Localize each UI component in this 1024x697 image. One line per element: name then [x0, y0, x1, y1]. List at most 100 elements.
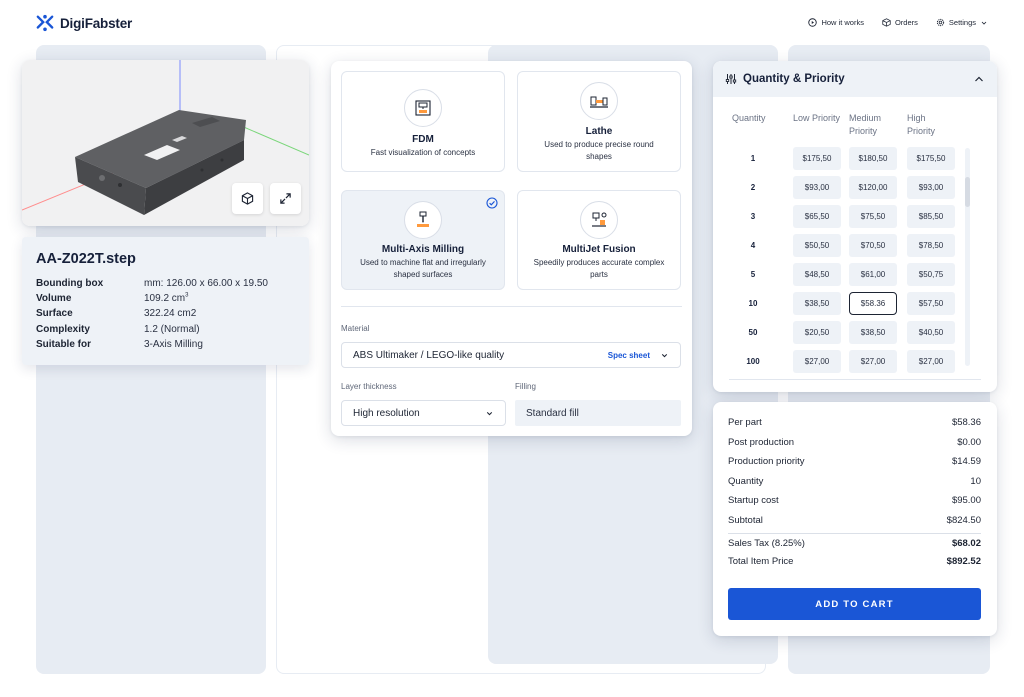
- price-cell-low[interactable]: $27,00: [793, 350, 841, 373]
- quantity-row: 100 $27,00 $27,00 $27,00: [713, 350, 973, 374]
- file-prop-row: Suitable for 3-Axis Milling: [36, 337, 295, 352]
- nav-settings[interactable]: Settings: [936, 18, 988, 27]
- file-prop-row: Surface 322.24 cm2: [36, 306, 295, 321]
- summary-value: $892.52: [946, 556, 981, 567]
- summary-row: Quantity 10: [728, 476, 981, 487]
- summary-value: $58.36: [951, 417, 981, 428]
- fullscreen-button[interactable]: [270, 183, 301, 214]
- lathe-icon: [580, 82, 618, 120]
- expand-icon: [280, 193, 291, 204]
- nav-how-it-works[interactable]: How it works: [808, 18, 864, 27]
- summary-label: Per part: [728, 417, 762, 428]
- price-cell-low[interactable]: $175,50: [793, 147, 841, 170]
- sales-tax-row: Sales Tax (8.25%) $68.02: [728, 538, 981, 549]
- sliders-icon: [725, 74, 737, 84]
- price-cell-medium[interactable]: $58.36: [849, 292, 897, 315]
- summary-label: Post production: [728, 437, 795, 448]
- technology-panel: FDM Fast visualization of concepts Lathe…: [331, 61, 692, 436]
- prop-value: mm: 126.00 x 66.00 x 19.50: [144, 278, 268, 290]
- quantity-value: 2: [750, 183, 756, 192]
- material-select[interactable]: ABS Ultimaker / LEGO-like quality Spec s…: [341, 342, 681, 368]
- top-nav: How it works Orders Settings: [808, 18, 988, 27]
- multijet-icon: [580, 201, 618, 239]
- tech-card-multi-axis-milling[interactable]: Multi-Axis Milling Used to machine flat …: [341, 190, 505, 290]
- view-cube-button[interactable]: [232, 183, 263, 214]
- nav-orders[interactable]: Orders: [882, 18, 918, 27]
- quantity-priority-header[interactable]: Quantity & Priority: [713, 61, 997, 97]
- summary-row: Production priority $14.59: [728, 456, 981, 467]
- price-cell-medium[interactable]: $120,00: [849, 176, 897, 199]
- price-cell-high[interactable]: $50,75: [907, 263, 955, 286]
- layer-thickness-select[interactable]: High resolution: [341, 400, 506, 426]
- quantity-value: 10: [748, 299, 758, 308]
- tech-card-fdm[interactable]: FDM Fast visualization of concepts: [341, 71, 505, 172]
- price-cell-high[interactable]: $57,50: [907, 292, 955, 315]
- price-cell-medium[interactable]: $38,50: [849, 321, 897, 344]
- price-cell-low[interactable]: $50,50: [793, 234, 841, 257]
- add-to-cart-button[interactable]: ADD TO CART: [728, 588, 981, 620]
- tech-card-lathe[interactable]: Lathe Used to produce precise round shap…: [517, 71, 681, 172]
- price-cell-high[interactable]: $93,00: [907, 176, 955, 199]
- chevron-down-icon: [661, 353, 668, 357]
- quantity-value: 5: [750, 270, 756, 279]
- quantity-value: 3: [750, 212, 756, 221]
- price-cell-medium[interactable]: $27,00: [849, 350, 897, 373]
- box-icon: [882, 18, 891, 27]
- fdm-printer-icon: [404, 89, 442, 127]
- tech-desc: Fast visualization of concepts: [370, 148, 476, 157]
- file-prop-row: Volume 109.2 cm3: [36, 291, 295, 306]
- price-cell-low[interactable]: $65,50: [793, 205, 841, 228]
- volume-unit-exponent: 3: [185, 292, 189, 299]
- price-cell-high[interactable]: $27,00: [907, 350, 955, 373]
- chevron-down-icon: [486, 411, 493, 415]
- model-viewer[interactable]: [22, 60, 309, 226]
- tech-card-multijet-fusion[interactable]: MultiJet Fusion Speedily produces accura…: [517, 190, 681, 290]
- filling-value: Standard fill: [526, 407, 579, 419]
- divider: [728, 533, 981, 534]
- price-cell-high[interactable]: $40,50: [907, 321, 955, 344]
- quantity-row: 50 $20,50 $38,50 $40,50: [713, 321, 973, 345]
- price-cell-high[interactable]: $85,50: [907, 205, 955, 228]
- summary-label: Subtotal: [728, 515, 763, 526]
- quantity-row: 10 $38,50 $58.36 $57,50: [713, 292, 973, 316]
- price-cell-low[interactable]: $20,50: [793, 321, 841, 344]
- filling-label: Filling: [515, 382, 536, 391]
- price-cell-low[interactable]: $93,00: [793, 176, 841, 199]
- file-info-panel: AA-Z022T.step Bounding box mm: 126.00 x …: [22, 237, 309, 365]
- brand-name: DigiFabster: [60, 15, 133, 31]
- divider: [341, 306, 682, 307]
- price-cell-low[interactable]: $48,50: [793, 263, 841, 286]
- prop-label: Bounding box: [36, 278, 104, 290]
- quantity-priority-title: Quantity & Priority: [743, 73, 845, 85]
- price-cell-high[interactable]: $78,50: [907, 234, 955, 257]
- filling-select[interactable]: Standard fill: [515, 400, 681, 426]
- play-circle-icon: [808, 18, 818, 27]
- price-cell-medium[interactable]: $70,50: [849, 234, 897, 257]
- price-cell-medium[interactable]: $61,00: [849, 263, 897, 286]
- material-value: ABS Ultimaker / LEGO-like quality: [353, 349, 505, 361]
- summary-value: $824.50: [946, 515, 981, 526]
- prop-label: Surface: [36, 308, 73, 320]
- volume-value: 109.2 cm: [144, 293, 186, 305]
- summary-value: $68.02: [951, 538, 981, 549]
- quantity-value: 1: [750, 154, 756, 163]
- brand-logo[interactable]: DigiFabster: [36, 14, 132, 32]
- summary-label: Quantity: [728, 476, 764, 487]
- digifabster-logo-icon: [36, 14, 54, 32]
- file-prop-row: Bounding box mm: 126.00 x 66.00 x 19.50: [36, 276, 295, 291]
- price-cell-medium[interactable]: $75,50: [849, 205, 897, 228]
- column-header-low: Low Priority: [793, 113, 841, 123]
- prop-label: Volume: [36, 293, 72, 305]
- nav-label: Settings: [948, 18, 976, 27]
- price-cell-high[interactable]: $175,50: [907, 147, 955, 170]
- cube-icon: [241, 192, 254, 205]
- quantity-scrollbar-thumb[interactable]: [965, 177, 970, 207]
- summary-value: $95.00: [951, 495, 981, 506]
- chevron-down-icon: [981, 21, 987, 25]
- prop-label: Complexity: [36, 323, 90, 335]
- price-cell-low[interactable]: $38,50: [793, 292, 841, 315]
- price-cell-medium[interactable]: $180,50: [849, 147, 897, 170]
- spec-sheet-link[interactable]: Spec sheet: [608, 351, 650, 360]
- chevron-up-icon[interactable]: [973, 73, 985, 85]
- quantity-value: 50: [748, 328, 758, 337]
